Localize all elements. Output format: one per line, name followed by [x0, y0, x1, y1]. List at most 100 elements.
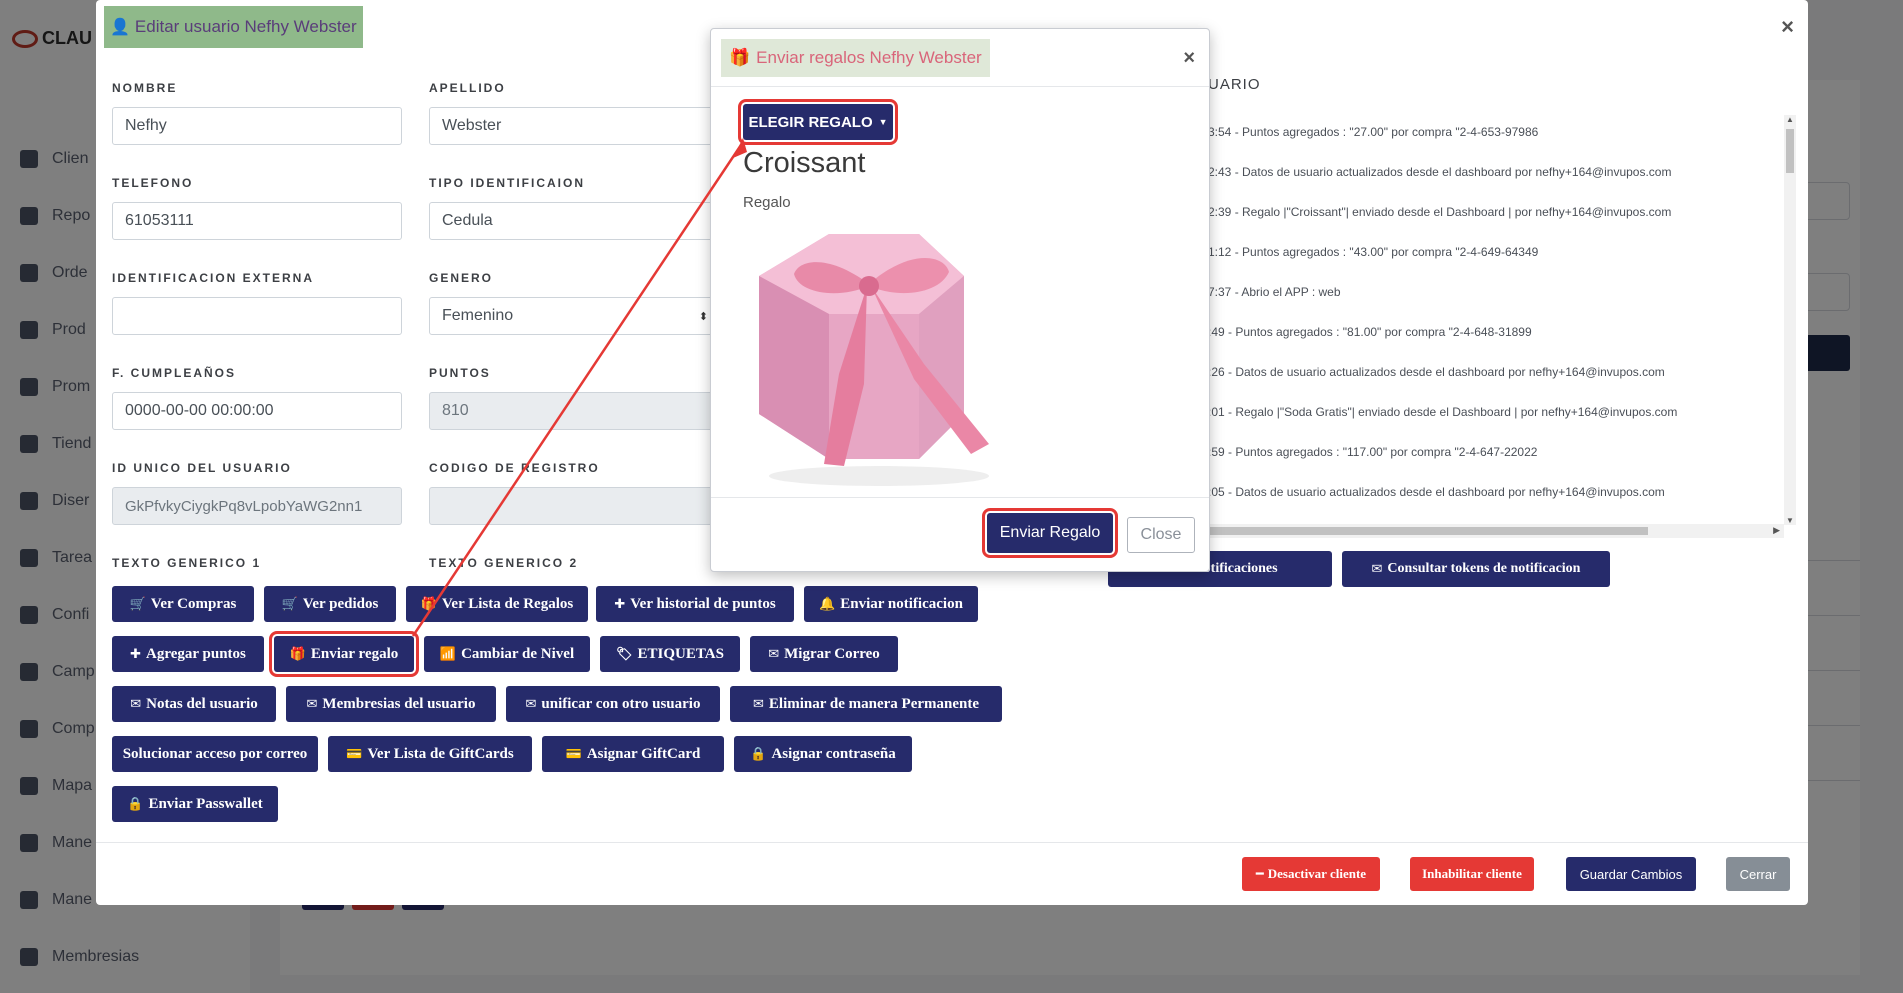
- apellido-field[interactable]: Webster: [429, 107, 719, 145]
- asignar-giftcard-button[interactable]: 💳 Asignar GiftCard: [542, 736, 724, 772]
- select-arrows-icon: ⬍: [698, 310, 708, 323]
- plus-icon: ✚: [614, 596, 626, 612]
- gift-icon: 🎁: [420, 596, 437, 612]
- send-gift-modal: 🎁 Enviar regalos Nefhy Webster × ELEGIR …: [710, 28, 1210, 572]
- scroll-up-icon[interactable]: ▲: [1786, 115, 1794, 124]
- envelope-icon: ✉: [1371, 561, 1383, 577]
- genero-label: GENERO: [429, 271, 494, 285]
- asignar-contrasena-button[interactable]: 🔒 Asignar contraseña: [734, 736, 912, 772]
- envelope-icon: ✉: [768, 646, 780, 662]
- log-line: 3:54 - Puntos agregados : "27.00" por co…: [1208, 125, 1539, 139]
- cumpleanos-label: F. CUMPLEAÑOS: [112, 366, 237, 380]
- scroll-right-icon[interactable]: ▶: [1773, 525, 1780, 536]
- etiquetas-button[interactable]: 🏷 ETIQUETAS: [600, 636, 740, 672]
- log-line: :49 - Puntos agregados : "81.00" por com…: [1208, 325, 1532, 339]
- puntos-field: 810: [429, 392, 719, 430]
- credit-card-icon: 💳: [346, 746, 363, 762]
- gift-icon: 🎁: [729, 48, 751, 67]
- cart-icon: 🛒: [129, 596, 146, 612]
- scrollbar-thumb[interactable]: [1208, 527, 1648, 535]
- ver-lista-regalos-button[interactable]: 🎁 Ver Lista de Regalos: [406, 586, 588, 622]
- log-horizontal-scrollbar[interactable]: ▶: [1208, 524, 1784, 538]
- cumpleanos-field[interactable]: 0000-00-00 00:00:00: [112, 392, 402, 430]
- tags-icon: 🏷: [616, 646, 633, 662]
- log-line: :01 - Regalo |"Soda Gratis"| enviado des…: [1208, 405, 1678, 419]
- enviar-regalo-button[interactable]: 🎁 Enviar regalo: [269, 631, 419, 677]
- guardar-cambios-button[interactable]: Guardar Cambios: [1566, 857, 1696, 891]
- inhabilitar-cliente-button[interactable]: Inhabilitar cliente: [1410, 857, 1534, 891]
- telefono-label: TELEFONO: [112, 176, 194, 190]
- scrollbar-thumb[interactable]: [1786, 129, 1794, 173]
- unificar-usuario-button[interactable]: ✉ unificar con otro usuario: [506, 686, 720, 722]
- codigo-registro-field: [429, 487, 719, 525]
- texto-generico-1-label: TEXTO GENERICO 1: [112, 556, 262, 570]
- close-button[interactable]: Close: [1127, 517, 1195, 553]
- desactivar-cliente-button[interactable]: ━ Desactivar cliente: [1242, 857, 1380, 891]
- cerrar-button[interactable]: Cerrar: [1726, 857, 1790, 891]
- eliminar-permanente-button[interactable]: ✉ Eliminar de manera Permanente: [730, 686, 1002, 722]
- id-unico-label: ID UNICO DEL USUARIO: [112, 461, 292, 475]
- close-icon[interactable]: ×: [1781, 16, 1794, 38]
- modal-title-text: Editar usuario Nefhy Webster: [134, 17, 357, 36]
- notas-usuario-button[interactable]: ✉ Notas del usuario: [112, 686, 276, 722]
- scroll-down-icon[interactable]: ▼: [1786, 516, 1794, 525]
- envelope-icon: ✉: [525, 696, 537, 712]
- membresias-usuario-button[interactable]: ✉ Membresias del usuario: [286, 686, 496, 722]
- gift-modal-header-divider: [711, 86, 1209, 87]
- apellido-label: APELLIDO: [429, 81, 506, 95]
- log-line: :59 - Puntos agregados : "117.00" por co…: [1208, 445, 1538, 459]
- gift-modal-footer-divider: [711, 497, 1209, 498]
- gift-icon: 🎁: [289, 646, 306, 662]
- nombre-field[interactable]: Nefhy: [112, 107, 402, 145]
- modal-footer-divider: [96, 842, 1808, 843]
- gift-name: Croissant: [743, 147, 866, 179]
- genero-select[interactable]: Femenino ⬍: [429, 297, 719, 335]
- migrar-correo-button[interactable]: ✉ Migrar Correo: [750, 636, 898, 672]
- bell-icon: 🔔: [819, 596, 836, 612]
- log-line: :26 - Datos de usuario actualizados desd…: [1208, 365, 1665, 379]
- ver-compras-button[interactable]: 🛒 Ver Compras: [112, 586, 254, 622]
- enviar-notificacion-button[interactable]: 🔔 Enviar notificacion: [804, 586, 978, 622]
- texto-generico-2-label: TEXTO GENERICO 2: [429, 556, 579, 570]
- lock-icon: 🔒: [750, 746, 767, 762]
- envelope-icon: ✉: [752, 696, 764, 712]
- codigo-registro-label: CODIGO DE REGISTRO: [429, 461, 600, 475]
- enviar-regalo-submit-button[interactable]: Enviar Regalo: [982, 508, 1118, 558]
- identificacion-externa-field[interactable]: [112, 297, 402, 335]
- elegir-regalo-dropdown[interactable]: ELEGIR REGALO ▼: [738, 99, 898, 145]
- gift-type: Regalo: [743, 194, 791, 211]
- envelope-icon: ✉: [130, 696, 142, 712]
- plus-icon: ✚: [130, 646, 142, 662]
- nombre-label: NOMBRE: [112, 81, 178, 95]
- gift-modal-title-text: Enviar regalos Nefhy Webster: [756, 48, 982, 67]
- puntos-label: PUNTOS: [429, 366, 491, 380]
- credit-card-icon: 💳: [565, 746, 582, 762]
- ver-pedidos-button[interactable]: 🛒 Ver pedidos: [264, 586, 396, 622]
- tipo-identificacion-label: TIPO IDENTIFICAION: [429, 176, 585, 190]
- log-line: 2:39 - Regalo |"Croissant"| enviado desd…: [1208, 205, 1672, 219]
- enviar-passwallet-button[interactable]: 🔒 Enviar Passwallet: [112, 786, 278, 822]
- solucionar-acceso-button[interactable]: Solucionar acceso por correo: [112, 736, 318, 772]
- id-unico-field: GkPfvkyCiygkPq8vLpobYaWG2nn1: [112, 487, 402, 525]
- activity-log: 3:54 - Puntos agregados : "27.00" por co…: [1208, 112, 1781, 527]
- close-icon[interactable]: ×: [1183, 47, 1195, 70]
- log-line: :05 - Datos de usuario actualizados desd…: [1208, 485, 1665, 499]
- log-vertical-scrollbar[interactable]: ▲ ▼: [1784, 115, 1796, 525]
- modal-title: 👤 Editar usuario Nefhy Webster: [104, 6, 363, 48]
- gift-modal-title: 🎁 Enviar regalos Nefhy Webster: [721, 39, 990, 77]
- consultar-tokens-button[interactable]: ✉ Consultar tokens de notificacion: [1342, 551, 1610, 587]
- telefono-field[interactable]: 61053111: [112, 202, 402, 240]
- agregar-puntos-button[interactable]: ✚ Agregar puntos: [112, 636, 264, 672]
- log-line: 1:12 - Puntos agregados : "43.00" por co…: [1208, 245, 1539, 259]
- signal-icon: 📶: [439, 646, 457, 662]
- log-line: 7:37 - Abrio el APP : web: [1208, 285, 1341, 299]
- tipo-identificacion-field[interactable]: Cedula: [429, 202, 719, 240]
- cambiar-nivel-button[interactable]: 📶 Cambiar de Nivel: [424, 636, 590, 672]
- envelope-icon: ✉: [306, 696, 318, 712]
- ver-giftcards-button[interactable]: 💳 Ver Lista de GiftCards: [328, 736, 532, 772]
- lock-icon: 🔒: [127, 796, 144, 812]
- ver-historial-puntos-button[interactable]: ✚ Ver historial de puntos: [596, 586, 794, 622]
- chevron-down-icon: ▼: [878, 117, 888, 127]
- log-line: 2:43 - Datos de usuario actualizados des…: [1208, 165, 1672, 179]
- user-edit-icon: 👤: [110, 19, 130, 36]
